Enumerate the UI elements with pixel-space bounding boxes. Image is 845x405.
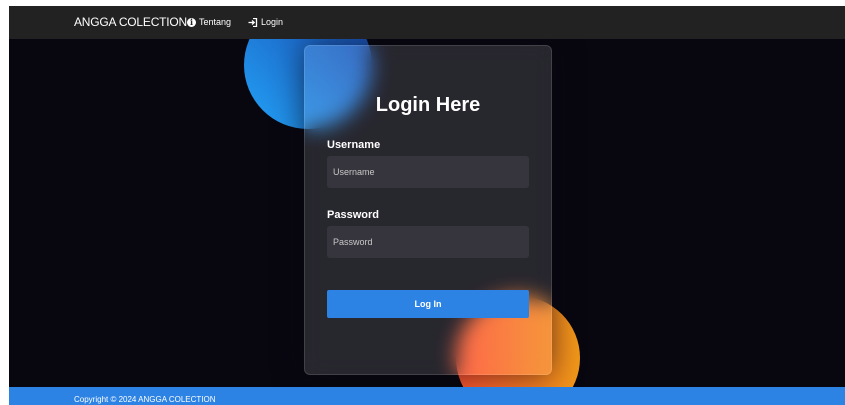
password-label: Password [327, 209, 379, 221]
login-form: Login Here Username Password Log In [304, 45, 552, 375]
footer-copyright: Copyright © 2024 ANGGA COLECTION [74, 395, 216, 404]
info-icon: i [187, 17, 196, 27]
footer: Copyright © 2024 ANGGA COLECTION [9, 387, 845, 405]
login-button[interactable]: Log In [327, 290, 529, 318]
username-input[interactable] [327, 156, 529, 188]
nav-link-tentang-label: Tentang [199, 17, 232, 27]
login-title: Login Here [375, 94, 481, 116]
password-input[interactable] [327, 226, 529, 258]
username-label: Username [327, 139, 381, 151]
nav-link-login[interactable]: Login [248, 17, 283, 27]
navbar: ANGGA COLECTION i Tentang Login [9, 6, 845, 39]
brand-link[interactable]: ANGGA COLECTION [74, 15, 187, 29]
nav-link-login-label: Login [261, 17, 284, 27]
login-icon [248, 17, 258, 27]
app-frame: ANGGA COLECTION i Tentang Login Login He… [9, 6, 845, 405]
nav-link-tentang[interactable]: i Tentang [187, 17, 231, 27]
